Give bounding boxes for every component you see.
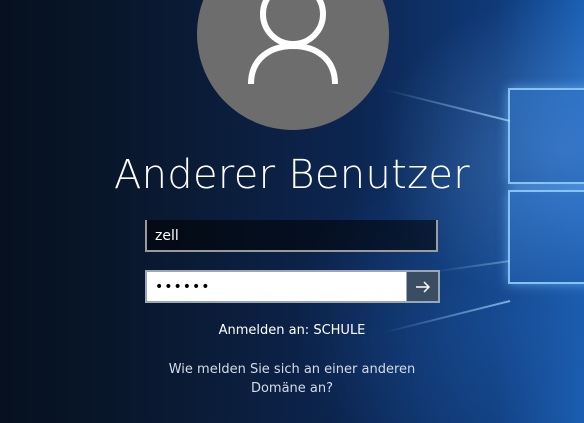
- submit-button[interactable]: [406, 272, 438, 301]
- other-domain-line: Wie melden Sie sich an einer anderen: [168, 362, 416, 377]
- sign-in-domain-label: Anmelden an: SCHULE: [218, 323, 366, 338]
- arrow-right-icon: [415, 280, 430, 293]
- account-name: Anderer Benutzer: [113, 152, 471, 198]
- avatar: [197, 0, 389, 130]
- password-box: [145, 270, 440, 303]
- background-light-beam: [383, 88, 511, 122]
- username-field[interactable]: zell: [145, 220, 438, 252]
- background-light-panel: [508, 190, 584, 284]
- person-icon: [248, 0, 338, 84]
- background-light-beam: [430, 260, 511, 274]
- password-field[interactable]: [147, 272, 406, 301]
- other-domain-line: Domäne an?: [250, 381, 334, 396]
- other-domain-link[interactable]: Wie melden Sie sich an einer anderen Dom…: [0, 360, 584, 398]
